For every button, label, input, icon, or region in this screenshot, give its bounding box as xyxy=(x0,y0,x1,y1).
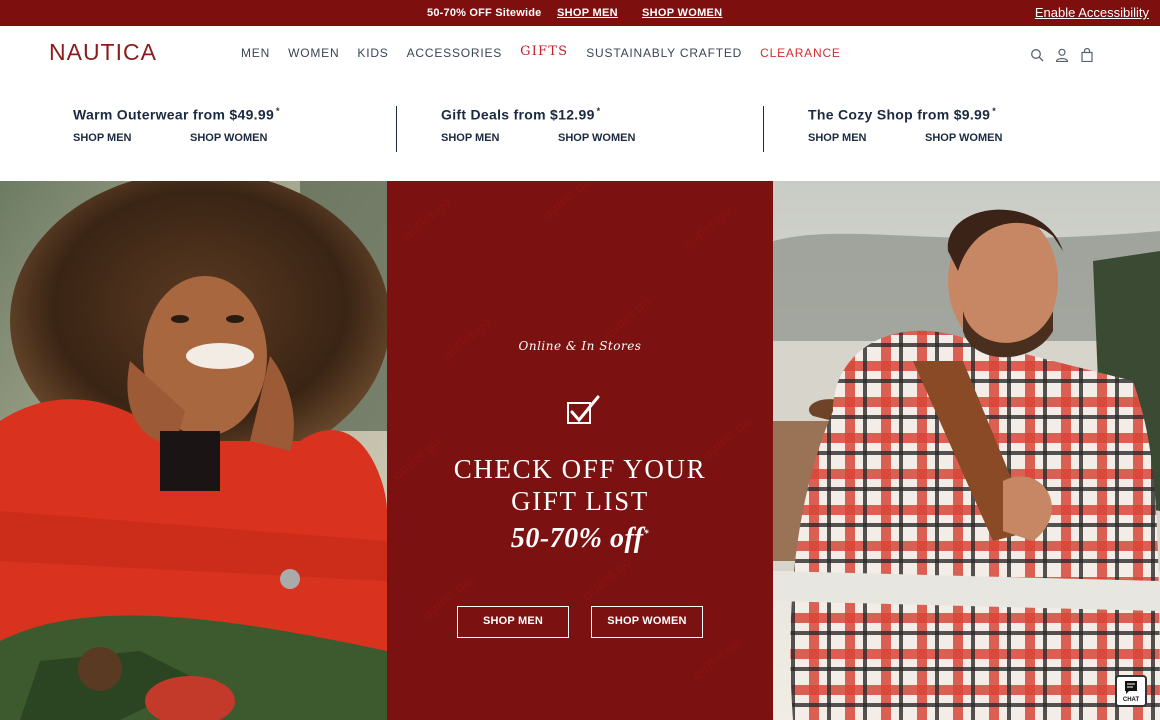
promo-text: 50-70% OFF Sitewide xyxy=(427,7,542,19)
main-nav: MEN WOMEN KIDS ACCESSORIES GIFTS SUSTAIN… xyxy=(241,44,859,60)
site-header: NAUTICA MEN WOMEN KIDS ACCESSORIES GIFTS… xyxy=(0,26,1160,86)
hero-shop-men-button[interactable]: SHOP MEN xyxy=(457,606,569,638)
deal-shop-men-link[interactable]: SHOP MEN xyxy=(808,132,925,144)
hero-shop-women-button[interactable]: SHOP WOMEN xyxy=(591,606,703,638)
divider xyxy=(763,106,764,152)
promo-shop-men-link[interactable]: SHOP MEN xyxy=(557,7,618,19)
header-icons xyxy=(1030,47,1094,63)
deal-shop-women-link[interactable]: SHOP WOMEN xyxy=(190,132,307,144)
chat-bubble-icon xyxy=(1125,681,1137,694)
nautica-logo[interactable]: NAUTICA xyxy=(49,39,157,66)
checkmark-box-icon xyxy=(565,393,603,427)
hero-discount: 50-70% off* xyxy=(510,523,650,554)
deal-title[interactable]: Warm Outerwear from $49.99 * xyxy=(73,106,403,123)
hero-promo-panel: outlet go outlet go outlet go outlet go … xyxy=(387,181,773,720)
chat-label: CHAT xyxy=(1122,697,1140,703)
deal-title[interactable]: The Cozy Shop from $9.99 * xyxy=(808,106,1138,123)
deal-title[interactable]: Gift Deals from $12.99 * xyxy=(441,106,771,123)
nav-men[interactable]: MEN xyxy=(241,46,270,60)
hero-headline: CHECK OFF YOUR GIFT LIST xyxy=(453,454,707,516)
nav-sustainably-crafted[interactable]: SUSTAINABLY CRAFTED xyxy=(586,46,742,60)
deal-shop-men-link[interactable]: SHOP MEN xyxy=(441,132,558,144)
promo-shop-women-link[interactable]: SHOP WOMEN xyxy=(642,7,722,19)
nav-gifts[interactable]: GIFTS xyxy=(520,44,568,60)
nav-clearance[interactable]: CLEARANCE xyxy=(760,46,841,60)
account-icon[interactable] xyxy=(1055,48,1069,63)
hero-photo-man[interactable]: CHAT xyxy=(773,181,1160,720)
promo-bar: 50-70% OFF Sitewide SHOP MEN SHOP WOMEN … xyxy=(0,0,1160,26)
deal-gifts: Gift Deals from $12.99 * SHOP MEN SHOP WOM… xyxy=(441,106,771,144)
deal-shop-women-link[interactable]: SHOP WOMEN xyxy=(558,132,675,144)
hero-subtitle: Online & In Stores xyxy=(518,339,642,353)
deal-shop-women-link[interactable]: SHOP WOMEN xyxy=(925,132,1042,144)
deal-cozy-shop: The Cozy Shop from $9.99 * SHOP MEN SHOP W… xyxy=(808,106,1138,144)
hero-photo-woman[interactable] xyxy=(0,181,387,720)
divider xyxy=(396,106,397,152)
cart-icon[interactable] xyxy=(1080,47,1094,63)
nav-women[interactable]: WOMEN xyxy=(288,46,339,60)
deal-outerwear: Warm Outerwear from $49.99 * SHOP MEN SHOP… xyxy=(73,106,403,144)
enable-accessibility-link[interactable]: Enable Accessibility xyxy=(1035,5,1149,20)
hero-banner: outlet go outlet go outlet go outlet go … xyxy=(0,181,1160,720)
deals-strip: Warm Outerwear from $49.99 * SHOP MEN SHOP… xyxy=(0,86,1160,181)
nav-kids[interactable]: KIDS xyxy=(357,46,388,60)
deal-shop-men-link[interactable]: SHOP MEN xyxy=(73,132,190,144)
search-icon[interactable] xyxy=(1030,48,1044,62)
nav-accessories[interactable]: ACCESSORIES xyxy=(407,46,503,60)
chat-button[interactable]: CHAT xyxy=(1115,675,1147,707)
